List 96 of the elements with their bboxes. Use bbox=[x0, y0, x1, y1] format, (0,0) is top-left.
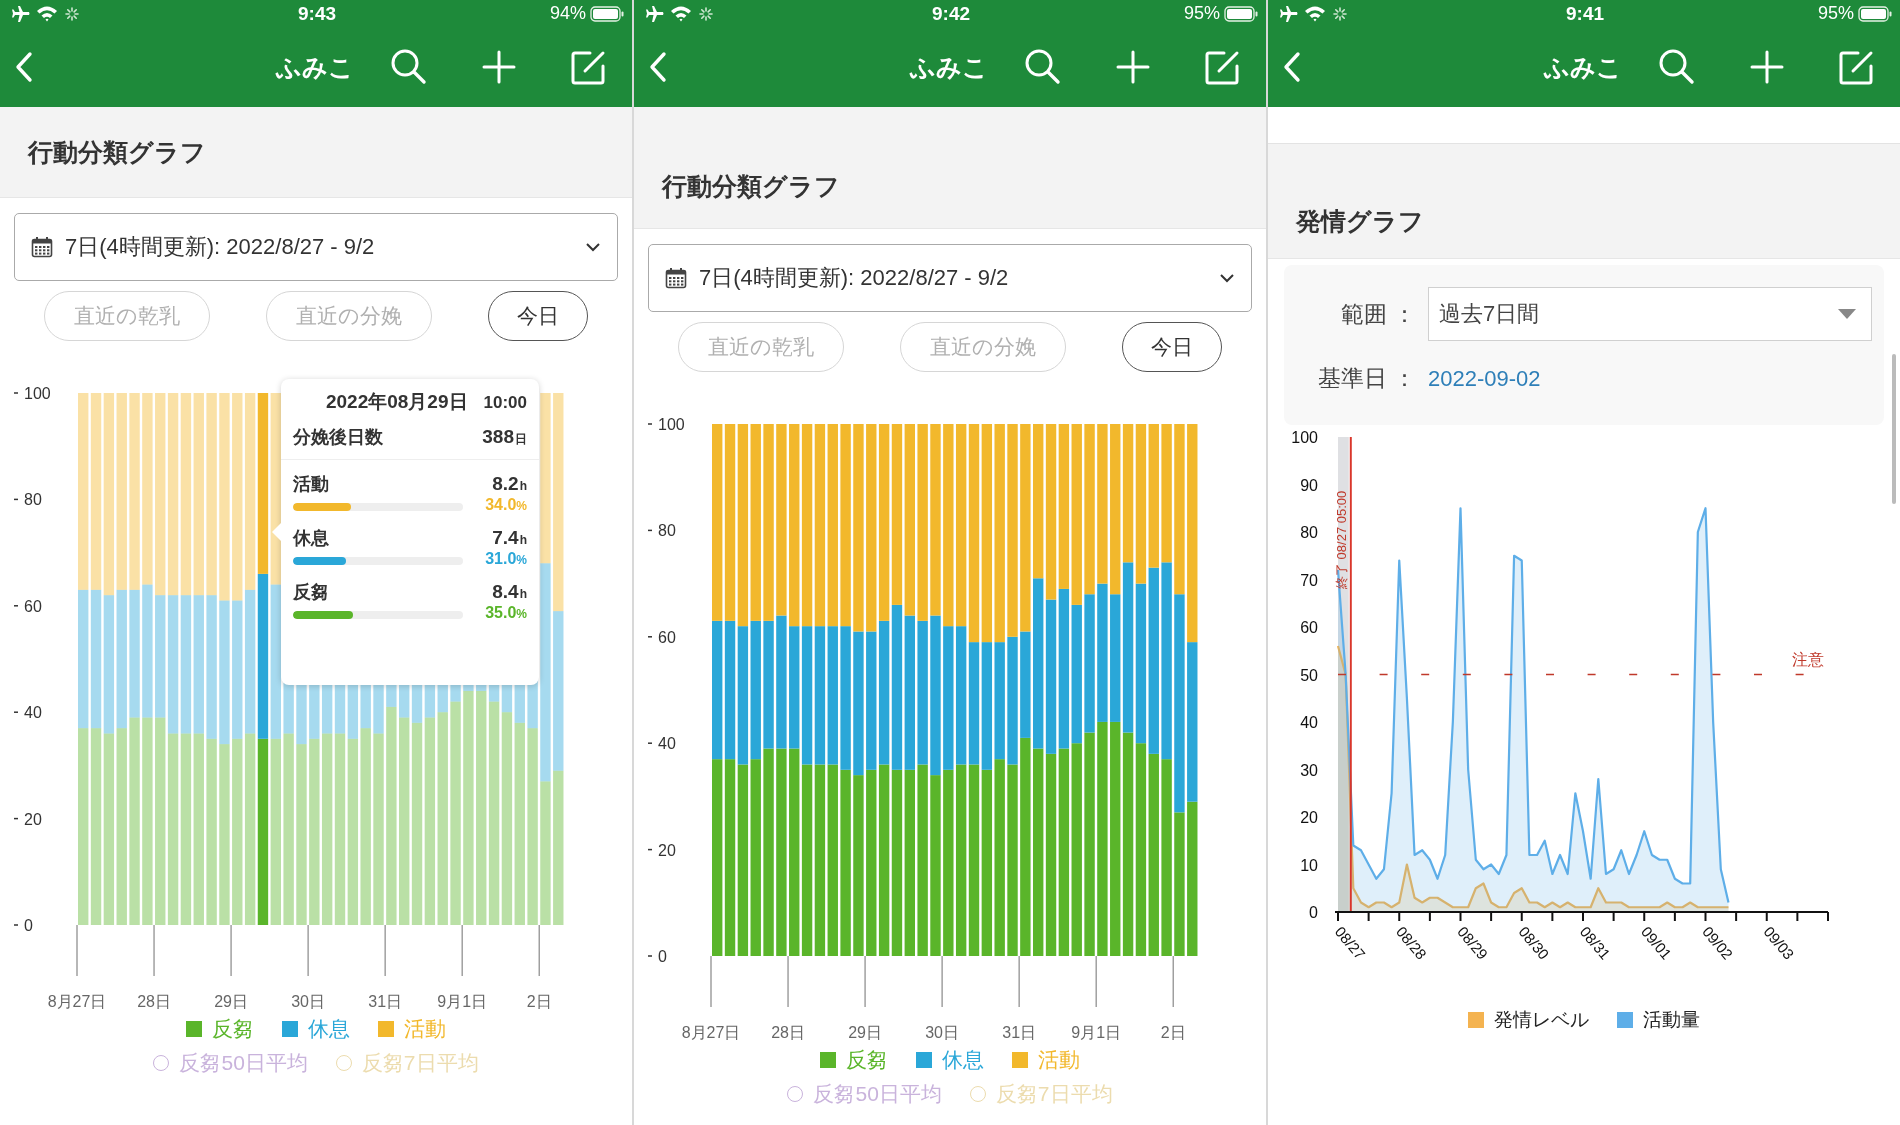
behavior-label: 活動 bbox=[293, 473, 329, 496]
battery-percent: 95% bbox=[1183, 3, 1220, 24]
legend-item[interactable]: 活動量 bbox=[1617, 1007, 1700, 1033]
y-tick-label: 0 bbox=[24, 917, 33, 934]
x-tick-label: 28日 bbox=[137, 993, 171, 1010]
tooltip-time: 10:00 bbox=[483, 393, 527, 413]
y-tick-label: 90 bbox=[1300, 476, 1318, 494]
y-tick: 80 bbox=[647, 522, 676, 540]
legend-item[interactable]: 反芻7日平均 bbox=[335, 1049, 479, 1077]
y-tick-label: 40 bbox=[1300, 714, 1318, 731]
base-date-link[interactable]: 2022-09-02 bbox=[1428, 365, 1541, 392]
period-dropdown[interactable]: 7日(4時間更新): 2022/8/27 - 9/2 bbox=[648, 244, 1252, 312]
x-tick-label: 8月27日 bbox=[47, 993, 107, 1010]
x-tick-label: 31日 bbox=[1002, 1024, 1037, 1041]
x-tick-label: 2日 bbox=[1160, 1024, 1186, 1041]
y-tick-label: 20 bbox=[1300, 809, 1318, 826]
y-tick-label: 60 bbox=[24, 597, 42, 615]
status-time: 9:43 bbox=[298, 2, 336, 25]
y-tick-label: 70 bbox=[1300, 571, 1318, 589]
range-select[interactable]: 過去7日間 bbox=[1428, 287, 1872, 341]
y-tick: 40 bbox=[647, 735, 676, 753]
y-tick: 60 bbox=[13, 597, 42, 615]
y-tick-label: 40 bbox=[658, 735, 676, 753]
x-tick-label: 28日 bbox=[771, 1024, 805, 1041]
x-tick-label: 29日 bbox=[848, 1024, 882, 1041]
y-tick: 80 bbox=[13, 491, 42, 509]
x-tick-label: 30日 bbox=[925, 1024, 959, 1041]
x-tick-label: 29日 bbox=[214, 993, 248, 1010]
hours-value: 7.4h bbox=[492, 527, 527, 549]
y-tick: 0 bbox=[13, 917, 33, 934]
y-tick-label: 10 bbox=[1300, 856, 1318, 874]
base-date-label: 基準日 ： bbox=[1316, 364, 1416, 393]
y-tick: 20 bbox=[647, 841, 676, 859]
range-label: 範囲 ： bbox=[1339, 299, 1416, 329]
share-percent: 31.0% bbox=[485, 550, 527, 568]
legend-item[interactable]: 発情レベル bbox=[1468, 1007, 1589, 1033]
y-tick-label: 80 bbox=[1300, 524, 1318, 541]
x-tick-label: 2日 bbox=[526, 993, 552, 1010]
legend-item[interactable]: 反芻7日平均 bbox=[969, 1080, 1113, 1108]
y-tick: 20 bbox=[13, 810, 42, 828]
y-tick-label: 0 bbox=[1309, 904, 1318, 921]
y-tick-label: 60 bbox=[1300, 619, 1318, 636]
x-tick-label: 9月1日 bbox=[437, 993, 488, 1010]
legend-item[interactable]: 活動 bbox=[1012, 1046, 1080, 1074]
y-tick-label: 80 bbox=[658, 522, 676, 540]
share-percent: 34.0% bbox=[485, 496, 527, 514]
section-title: 行動分類グラフ bbox=[662, 171, 840, 202]
filter-button[interactable]: 今日 bbox=[488, 291, 588, 341]
y-tick-label: 30 bbox=[1300, 761, 1318, 779]
status-time: 9:42 bbox=[932, 2, 970, 25]
threshold-label: 注意 bbox=[1792, 650, 1824, 668]
days-label: 分娩後日数 bbox=[293, 426, 383, 449]
y-tick-label: 100 bbox=[658, 416, 685, 433]
legend-item[interactable]: 休息 bbox=[916, 1046, 984, 1074]
legend-item[interactable]: 反芻50日平均 bbox=[787, 1080, 942, 1108]
behavior-label: 休息 bbox=[293, 527, 329, 550]
x-tick-label: 30日 bbox=[291, 993, 325, 1010]
y-tick-label: 0 bbox=[658, 948, 667, 965]
behavior-label: 反芻 bbox=[293, 581, 329, 604]
legend-item[interactable]: 反芻 bbox=[820, 1046, 888, 1074]
battery-percent: 94% bbox=[549, 3, 586, 24]
y-tick: 100 bbox=[13, 385, 51, 402]
y-tick: 100 bbox=[647, 416, 685, 433]
x-tick-label: 8月27日 bbox=[681, 1024, 741, 1041]
end-marker-label: 終了 08/27 05:00 bbox=[1333, 490, 1349, 589]
section-title: 発情グラフ bbox=[1296, 205, 1424, 237]
nav-title: ふみこ bbox=[910, 51, 988, 83]
battery-percent: 95% bbox=[1817, 3, 1854, 24]
share-percent: 35.0% bbox=[485, 604, 527, 622]
y-tick-label: 40 bbox=[24, 704, 42, 722]
y-tick-label: 50 bbox=[1300, 666, 1318, 684]
nav-title: ふみこ bbox=[276, 51, 354, 83]
y-tick-label: 20 bbox=[24, 810, 42, 828]
filter-button[interactable]: 今日 bbox=[1122, 322, 1222, 372]
section-title: 行動分類グラフ bbox=[28, 136, 206, 168]
y-tick-label: 60 bbox=[658, 628, 676, 646]
x-tick-label: 31日 bbox=[368, 993, 403, 1010]
nav-title: ふみこ bbox=[1544, 51, 1622, 83]
hours-value: 8.2h bbox=[492, 473, 527, 495]
hours-value: 8.4h bbox=[492, 581, 527, 603]
period-dropdown[interactable]: 7日(4時間更新): 2022/8/27 - 9/2 bbox=[14, 213, 618, 281]
tooltip-date: 2022年08月29日 bbox=[325, 390, 468, 414]
x-tick-label: 9月1日 bbox=[1071, 1024, 1122, 1041]
legend-item[interactable]: 反芻50日平均 bbox=[153, 1049, 308, 1077]
legend-item[interactable]: 休息 bbox=[282, 1015, 350, 1043]
status-time: 9:41 bbox=[1566, 2, 1604, 25]
y-tick: 0 bbox=[647, 948, 667, 965]
y-tick-label: 100 bbox=[24, 385, 51, 402]
y-tick: 60 bbox=[647, 628, 676, 646]
y-tick-label: 20 bbox=[658, 841, 676, 859]
y-tick-label: 80 bbox=[24, 491, 42, 509]
y-tick: 40 bbox=[13, 704, 42, 722]
legend-item[interactable]: 活動 bbox=[378, 1015, 446, 1043]
legend-item[interactable]: 反芻 bbox=[186, 1015, 254, 1043]
days-value: 388日 bbox=[482, 426, 527, 448]
y-tick-label: 100 bbox=[1291, 429, 1318, 446]
